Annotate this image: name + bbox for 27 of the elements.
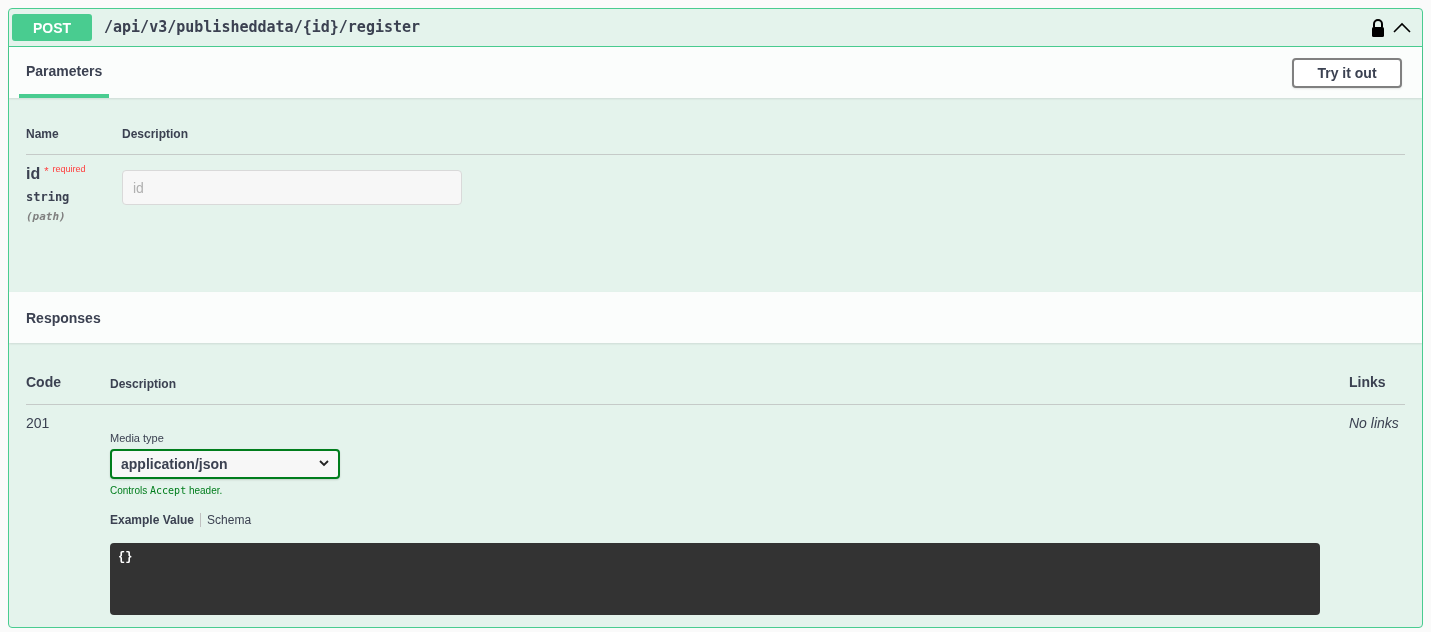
method-badge: POST — [12, 14, 92, 41]
column-header: Code — [26, 373, 62, 392]
response-code: 201 — [26, 414, 51, 433]
links-text: No links — [1349, 414, 1400, 433]
try-it-out-button[interactable]: Try it out — [1292, 57, 1402, 88]
example-tab[interactable]: Example Value — [110, 511, 195, 528]
media-type-select[interactable]: application/json — [110, 448, 340, 479]
media-type-label: Media type — [110, 431, 165, 446]
column-header: Links — [1349, 373, 1387, 392]
column-header: Name — [26, 126, 60, 142]
chevron-down-icon — [319, 460, 329, 467]
column-header: Description — [122, 126, 188, 142]
example-code: {} — [118, 548, 134, 565]
example-tab[interactable]: Schema — [207, 511, 252, 528]
required-asterisk: * — [44, 164, 49, 179]
collapse-icon[interactable] — [1393, 21, 1411, 34]
media-type-hint: Controls Accept header. — [110, 483, 224, 498]
column-header: Description — [110, 376, 177, 392]
id-input-field[interactable]: id — [122, 170, 462, 205]
parameter-name: id — [26, 164, 41, 184]
required-label: required — [52, 163, 86, 176]
endpoint-path: /api/v3/publisheddata/{id}/register — [104, 17, 421, 39]
section-title: Responses — [26, 308, 101, 328]
parameter-type: string — [26, 189, 71, 205]
tab[interactable]: Parameters — [19, 47, 110, 98]
lock-icon[interactable] — [1371, 18, 1385, 37]
parameter-location: (path) — [26, 209, 67, 225]
